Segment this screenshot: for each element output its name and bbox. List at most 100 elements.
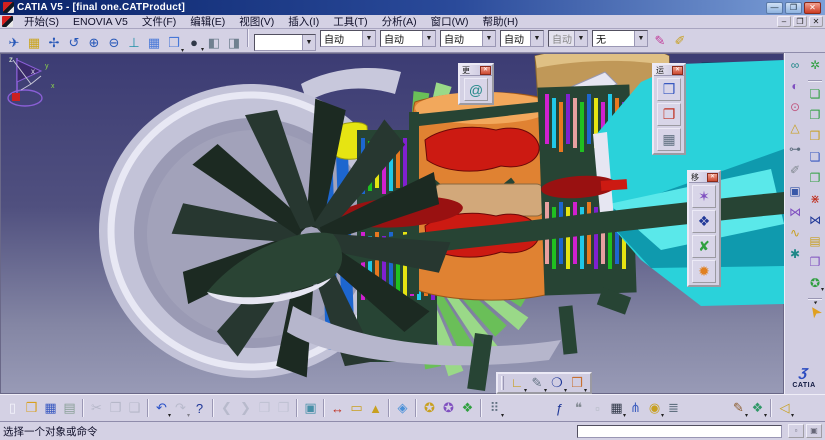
menu-analyze[interactable]: 分析(A) — [375, 15, 424, 29]
combo-dropdown-icon[interactable]: ▼ — [302, 35, 315, 51]
menu-tools[interactable]: 工具(T) — [326, 15, 374, 29]
graphic-properties-combo-6[interactable]: 无 ▼ — [592, 29, 648, 47]
magnifier-screen-icon[interactable]: ▣ — [786, 182, 804, 200]
shape-multicolor-icon[interactable]: ❖ — [458, 398, 477, 418]
select-pointer-icon[interactable]: ➤ ▾ — [802, 299, 825, 324]
menu-help[interactable]: 帮助(H) — [476, 15, 526, 29]
combo-dropdown-icon[interactable]: ▼ — [530, 30, 543, 46]
paint-apply-icon[interactable]: ❖ ▾ — [748, 398, 767, 419]
fly-back-icon[interactable]: ❮ — [217, 398, 236, 418]
3d-section-cube-icon[interactable]: ❒ ▾ — [567, 373, 587, 394]
small-note-icon[interactable]: ▫ — [588, 398, 607, 418]
camera-capture-icon[interactable]: ▣ — [301, 398, 320, 418]
pan-icon[interactable]: ✢ — [44, 33, 64, 53]
dropdown-arrow-icon[interactable]: ▾ — [584, 387, 587, 394]
menu-window[interactable]: 窗口(W) — [424, 15, 476, 29]
graphic-properties-combo-2[interactable]: 自动 ▼ — [380, 29, 436, 47]
dropdown-arrow-icon[interactable]: ▾ — [791, 412, 794, 419]
doc-close-button[interactable]: ✕ — [809, 16, 823, 27]
combo-dropdown-icon[interactable]: ▼ — [362, 30, 375, 46]
menu-edit[interactable]: 编辑(E) — [183, 15, 232, 29]
dropdown-arrow-icon[interactable]: ▾ — [821, 286, 824, 293]
menu-start[interactable]: 开始(S) — [17, 15, 66, 29]
new-component-icon[interactable]: ❏ — [806, 85, 824, 103]
grid-points-icon[interactable]: ⠿ ▾ — [485, 398, 504, 419]
save-document-icon[interactable]: ▦ — [41, 398, 60, 418]
new-part-icon[interactable]: ❒ — [806, 127, 824, 145]
new-product-icon[interactable]: ❐ — [806, 106, 824, 124]
snap-icon[interactable]: ❖ — [692, 210, 716, 233]
update-all-icon[interactable]: @ — [464, 78, 488, 101]
walk-mode-icon[interactable]: ❒ — [255, 398, 274, 418]
render-sphere-icon[interactable]: ◐ — [786, 77, 804, 95]
magnify-glass-icon[interactable]: ❍ ▾ — [547, 373, 567, 394]
design-table-icon[interactable]: ▦ ▾ — [607, 398, 626, 419]
fit-all-in-icon[interactable]: ▦ — [24, 33, 44, 53]
multi-view-icon[interactable]: ▦ — [144, 33, 164, 53]
render-style-icon[interactable]: ● ▾ — [184, 32, 204, 54]
shape-globe-2-icon[interactable]: ✪ — [439, 398, 458, 418]
undo-icon[interactable]: ↶ ▾ — [152, 398, 171, 419]
announcement-horn-icon[interactable]: ◁ ▾ — [775, 398, 795, 419]
combo-dropdown-icon[interactable]: ▼ — [482, 30, 495, 46]
cut-icon[interactable]: ✂ — [87, 398, 106, 418]
zoom-out-icon[interactable]: ⊖ — [104, 33, 124, 53]
isometric-view-icon[interactable]: ❒ ▾ — [164, 33, 184, 54]
dropdown-arrow-icon[interactable]: ▾ — [764, 412, 767, 419]
formula-fx-icon[interactable]: ƒ — [550, 398, 569, 418]
fly-forward-icon[interactable]: ❯ — [236, 398, 255, 418]
move-palette[interactable]: 移 ✕ ✶ ❖ ✘ ✹ — [687, 170, 721, 287]
print-document-icon[interactable]: ▤ — [60, 398, 79, 418]
measure-item-2-icon[interactable]: ▭ — [347, 398, 366, 418]
replace-component-icon[interactable]: ⋇ — [806, 190, 824, 208]
erase-geometry-icon[interactable]: ◈ — [393, 398, 412, 418]
selective-load-icon[interactable]: ❐ — [806, 253, 824, 271]
graphic-properties-combo-3[interactable]: 自动 ▼ — [440, 29, 496, 47]
palette-close-icon[interactable]: ✕ — [480, 65, 491, 75]
combo-dropdown-icon[interactable]: ▼ — [574, 30, 587, 46]
dropdown-arrow-icon[interactable]: ▾ — [501, 412, 504, 419]
doc-restore-button[interactable]: ❐ — [793, 16, 807, 27]
lock-parameter-icon[interactable]: ◉ ▾ — [645, 398, 664, 419]
status-option-1-button[interactable]: ▫ — [788, 424, 804, 438]
zoom-in-icon[interactable]: ⊕ — [84, 33, 104, 53]
measure-between-icon[interactable]: ↔ — [328, 398, 347, 418]
new-document-icon[interactable]: ▯ — [3, 398, 22, 418]
paste-icon[interactable]: ❑ — [125, 398, 144, 418]
update-palette[interactable]: 更 ✕ @ — [458, 63, 494, 105]
examine-mode-icon[interactable]: ❐ — [274, 398, 293, 418]
toolbar-drag-handle[interactable] — [501, 376, 504, 390]
graphic-properties-combo-1[interactable]: 自动 ▼ — [320, 29, 376, 47]
mechanism-gears-icon[interactable]: ✱ — [786, 245, 804, 263]
graphic-properties-combo-4[interactable]: 自动 ▼ — [500, 29, 544, 47]
hide-show-icon[interactable]: ◨ — [224, 33, 244, 53]
measure-mini-toolbar[interactable]: ∟ ▾ ✎ ▾ ❍ ▾ ❒ ▾ — [496, 372, 592, 394]
relations-tree-icon[interactable]: ⋔ — [626, 398, 645, 418]
menu-view[interactable]: 视图(V) — [232, 15, 281, 29]
measure-item-icon[interactable]: ∟ ▾ — [507, 373, 527, 394]
smart-move-icon[interactable]: ✘ — [692, 235, 716, 258]
mass-properties-icon[interactable]: ▲ — [366, 398, 385, 418]
manipulate-compass-icon[interactable]: ✶ — [692, 185, 716, 208]
rotate-icon[interactable]: ↺ — [64, 33, 84, 53]
combo-dropdown-icon[interactable]: ▼ — [422, 30, 435, 46]
graph-tree-reordering-icon[interactable]: ⋈ — [806, 211, 824, 229]
menu-enovia[interactable]: ENOVIA V5 — [66, 15, 135, 29]
palette-close-icon[interactable]: ✕ — [672, 65, 683, 75]
fog-icon[interactable]: ∿ — [786, 224, 804, 242]
graphic-properties-combo-0[interactable]: ▼ — [254, 34, 316, 52]
open-document-icon[interactable]: ❒ — [22, 398, 41, 418]
product-structure-icon[interactable]: ❒ — [657, 78, 681, 101]
hyperlink-icon[interactable]: ⋈ — [786, 203, 804, 221]
light-source-icon[interactable]: △ — [786, 119, 804, 137]
assembly-gears-icon[interactable]: ✲ — [806, 56, 824, 74]
normal-view-icon[interactable]: ⊥ — [124, 33, 144, 53]
power-input-field[interactable] — [577, 424, 782, 438]
equivalent-dimensions-icon[interactable]: ≣ — [664, 398, 683, 418]
palette-close-icon[interactable]: ✕ — [707, 172, 718, 182]
catalog-browser-icon[interactable]: ✎ ▾ — [729, 398, 748, 419]
structure-palette[interactable]: 运 ✕ ❒ ❐ ▦ — [652, 63, 686, 155]
menu-file[interactable]: 文件(F) — [135, 15, 183, 29]
existing-component-icon[interactable]: ❏ — [806, 148, 824, 166]
paint-properties-icon[interactable]: ✎ — [650, 31, 670, 51]
